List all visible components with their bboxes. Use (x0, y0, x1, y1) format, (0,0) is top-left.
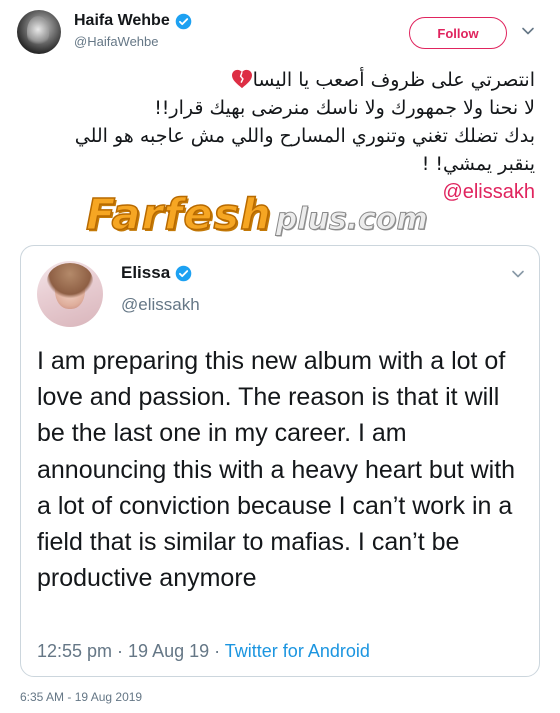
author-display-name[interactable]: Haifa Wehbe (74, 12, 170, 30)
tweet-line-1: انتصرتي على ظروف أصعب يا اليسا (15, 66, 535, 94)
tweet-line-1-text: انتصرتي على ظروف أصعب يا اليسا (252, 69, 535, 91)
author-handle[interactable]: @HaifaWehbe (74, 34, 192, 49)
tweet-line-2: لا نحنا ولا جمهورك ولا ناسك منرضى بهيك ق… (154, 97, 535, 119)
tweet-line-4: ينقبر يمشي! ! (421, 153, 535, 175)
author-display-name-row[interactable]: Haifa Wehbe (74, 12, 192, 30)
quoted-tweet-body: I am preparing this new album with a lot… (37, 347, 516, 593)
verified-badge-icon (175, 265, 192, 281)
chevron-down-icon[interactable] (521, 24, 535, 38)
quoted-tweet-footer: 12:55 pm · 19 Aug 19 · Twitter for Andro… (37, 641, 370, 662)
quoted-tweet-card[interactable]: Elissa @elissakh I am preparing this new… (20, 245, 540, 677)
watermark-logo: Farfesh plus.com (85, 189, 428, 241)
verified-badge-icon (175, 13, 192, 29)
quoted-handle[interactable]: @elissakh (121, 295, 200, 315)
quoted-tweet-source[interactable]: Twitter for Android (225, 641, 370, 661)
mention-link[interactable]: @elissakh (442, 181, 535, 203)
quoted-display-name[interactable]: Elissa (121, 263, 170, 283)
watermark-farfesh: Farfesh (85, 189, 272, 241)
quoted-display-name-row[interactable]: Elissa (121, 263, 192, 283)
tweet-timestamp[interactable]: 6:35 AM - 19 Aug 2019 (20, 690, 142, 704)
tweet-header: Haifa Wehbe @HaifaWehbe Follow (0, 0, 560, 70)
tweet-line-3: بدك تضلك تغني وتنوري المسارح واللي مش عا… (74, 125, 535, 147)
tweet-text: انتصرتي على ظروف أصعب يا اليسا لا نحنا و… (15, 66, 535, 206)
quoted-author-name-block: Elissa @elissakh (121, 263, 200, 315)
follow-button[interactable]: Follow (409, 17, 507, 49)
chevron-down-icon[interactable] (511, 267, 525, 281)
watermark-plus: plus.com (275, 202, 428, 238)
broken-heart-icon (231, 69, 252, 89)
quoted-author-avatar[interactable] (37, 261, 103, 327)
author-name-block: Haifa Wehbe @HaifaWehbe (74, 12, 192, 49)
author-avatar[interactable] (17, 10, 61, 54)
quoted-tweet-time[interactable]: 12:55 pm · 19 Aug 19 · (37, 641, 225, 661)
